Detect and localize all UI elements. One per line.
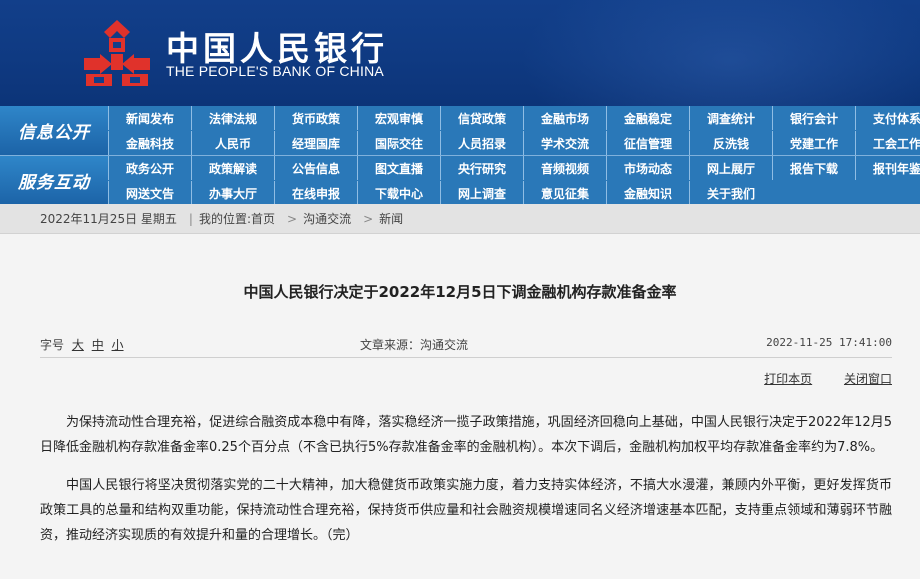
nav-service-item[interactable]: 图文直播 (357, 156, 440, 180)
current-date: 2022年11月25日 星期五 (40, 212, 177, 226)
nav-info-item[interactable]: 新闻发布 (108, 106, 191, 130)
nav-info-item[interactable]: 经理国库 (274, 131, 357, 155)
nav-info-item[interactable]: 货币政策 (274, 106, 357, 130)
nav-info-grid: 新闻发布 法律法规 货币政策 宏观审慎 信贷政策 金融市场 金融稳定 调查统计 银行会计 支付体系… (108, 106, 920, 155)
pboc-logo-icon (84, 20, 150, 86)
nav-info-label: 信息公开 (0, 106, 108, 155)
nav-info-item[interactable]: 金融市场 (523, 106, 606, 130)
article-paragraph: 中国人民银行将坚决贯彻落实党的二十大精神，加大稳健货币政策实施力度，着力支持实体… (40, 478, 892, 543)
header-glow (520, 0, 920, 106)
nav-info-item[interactable]: 信贷政策 (440, 106, 523, 130)
nav-service-item[interactable]: 意见征集 (523, 181, 606, 205)
nav-service-item[interactable]: 政务公开 (108, 156, 191, 180)
nav-info-item[interactable]: 党建工作 (772, 131, 855, 155)
nav-info-item[interactable]: 征信管理 (606, 131, 689, 155)
nav-service-item[interactable]: 央行研究 (440, 156, 523, 180)
nav-service-item[interactable]: 办事大厅 (191, 181, 274, 205)
breadcrumb-separator: | (188, 211, 193, 226)
nav-service-item[interactable]: 音频视频 (523, 156, 606, 180)
nav-service-item[interactable]: 金融知识 (606, 181, 689, 205)
breadcrumb: 2022年11月25日 星期五 | 我的位置:首页 > 沟通交流 > 新闻 (0, 204, 920, 234)
nav-service-item[interactable]: 网送文告 (108, 181, 191, 205)
article-timestamp: 2022-11-25 17:41:00 (766, 336, 892, 349)
font-size-label: 字号 (40, 338, 65, 352)
breadcrumb-home[interactable]: 我的位置:首页 (199, 210, 275, 227)
breadcrumb-level1[interactable]: 沟通交流 (303, 210, 351, 227)
nav-info-item[interactable]: 法律法规 (191, 106, 274, 130)
nav-info-item[interactable]: 国际交往 (357, 131, 440, 155)
nav-info-item[interactable]: 人民币 (191, 131, 274, 155)
nav-service-section: 服务互动 政务公开 政策解读 公告信息 图文直播 央行研究 音频视频 市场动态 网上展厅 报告下… (0, 155, 920, 205)
nav-service-label: 服务互动 (0, 156, 108, 205)
nav-service-item[interactable]: 网上展厅 (689, 156, 772, 180)
nav-info-item[interactable]: 金融稳定 (606, 106, 689, 130)
nav-service-item[interactable]: 政策解读 (191, 156, 274, 180)
print-page-link[interactable]: 打印本页 (764, 372, 812, 386)
nav-service-item[interactable]: 市场动态 (606, 156, 689, 180)
close-window-link[interactable]: 关闭窗口 (844, 372, 892, 386)
nav-info-item[interactable]: 调查统计 (689, 106, 772, 130)
article-source: 文章来源：沟通交流 (360, 338, 469, 352)
nav-info-item[interactable]: 支付体系 (855, 106, 920, 130)
nav-service-item[interactable]: 下载中心 (357, 181, 440, 205)
nav-info-item[interactable]: 人员招录 (440, 131, 523, 155)
nav-info-item[interactable]: 反洗钱 (689, 131, 772, 155)
nav-service-item[interactable]: 在线申报 (274, 181, 357, 205)
nav-info-item[interactable]: 宏观审慎 (357, 106, 440, 130)
font-size-large-link[interactable]: 大 (72, 338, 84, 352)
site-name-en: THE PEOPLE'S BANK OF CHINA (166, 63, 384, 79)
nav-service-item[interactable]: 报刊年鉴 (855, 156, 920, 180)
chevron-right-icon: > (287, 211, 298, 226)
nav-info-item[interactable]: 学术交流 (523, 131, 606, 155)
article: 中国人民银行决定于2022年12月5日下调金融机构存款准备金率 字号 大 中 小… (0, 234, 920, 579)
nav-info-section: 信息公开 新闻发布 法律法规 货币政策 宏观审慎 信贷政策 金融市场 金融稳定 调查统计 银行会… (0, 106, 920, 155)
main-nav: 信息公开 新闻发布 法律法规 货币政策 宏观审慎 信贷政策 金融市场 金融稳定 调查统计 银行会… (0, 106, 920, 205)
breadcrumb-level2[interactable]: 新闻 (379, 210, 403, 227)
article-tools: 打印本页 关闭窗口 (736, 370, 892, 387)
article-paragraph: 为保持流动性合理充裕，促进综合融资成本稳中有降，落实稳经济一揽子政策措施，巩固经… (40, 415, 892, 455)
article-body: 为保持流动性合理充裕，促进综合融资成本稳中有降，落实稳经济一揽子政策措施，巩固经… (40, 410, 892, 561)
font-size-medium-link[interactable]: 中 (92, 338, 104, 352)
site-header: 中国人民银行 THE PEOPLE'S BANK OF CHINA (0, 0, 920, 106)
chevron-right-icon: > (363, 211, 374, 226)
nav-service-grid: 政务公开 政策解读 公告信息 图文直播 央行研究 音频视频 市场动态 网上展厅 报告下载 报刊年鉴… (108, 156, 920, 205)
article-meta: 字号 大 中 小 文章来源：沟通交流 2022-11-25 17:41:00 (40, 336, 892, 354)
font-size-controls: 字号 大 中 小 (40, 336, 124, 353)
nav-info-item[interactable]: 金融科技 (108, 131, 191, 155)
meta-divider (40, 357, 892, 358)
article-title: 中国人民银行决定于2022年12月5日下调金融机构存款准备金率 (243, 283, 677, 301)
nav-service-item[interactable]: 公告信息 (274, 156, 357, 180)
nav-info-item[interactable]: 工会工作 (855, 131, 920, 155)
nav-service-item[interactable]: 报告下载 (772, 156, 855, 180)
nav-info-item[interactable]: 银行会计 (772, 106, 855, 130)
nav-service-item[interactable]: 网上调查 (440, 181, 523, 205)
font-size-small-link[interactable]: 小 (112, 338, 124, 352)
nav-service-item[interactable]: 关于我们 (689, 181, 772, 205)
